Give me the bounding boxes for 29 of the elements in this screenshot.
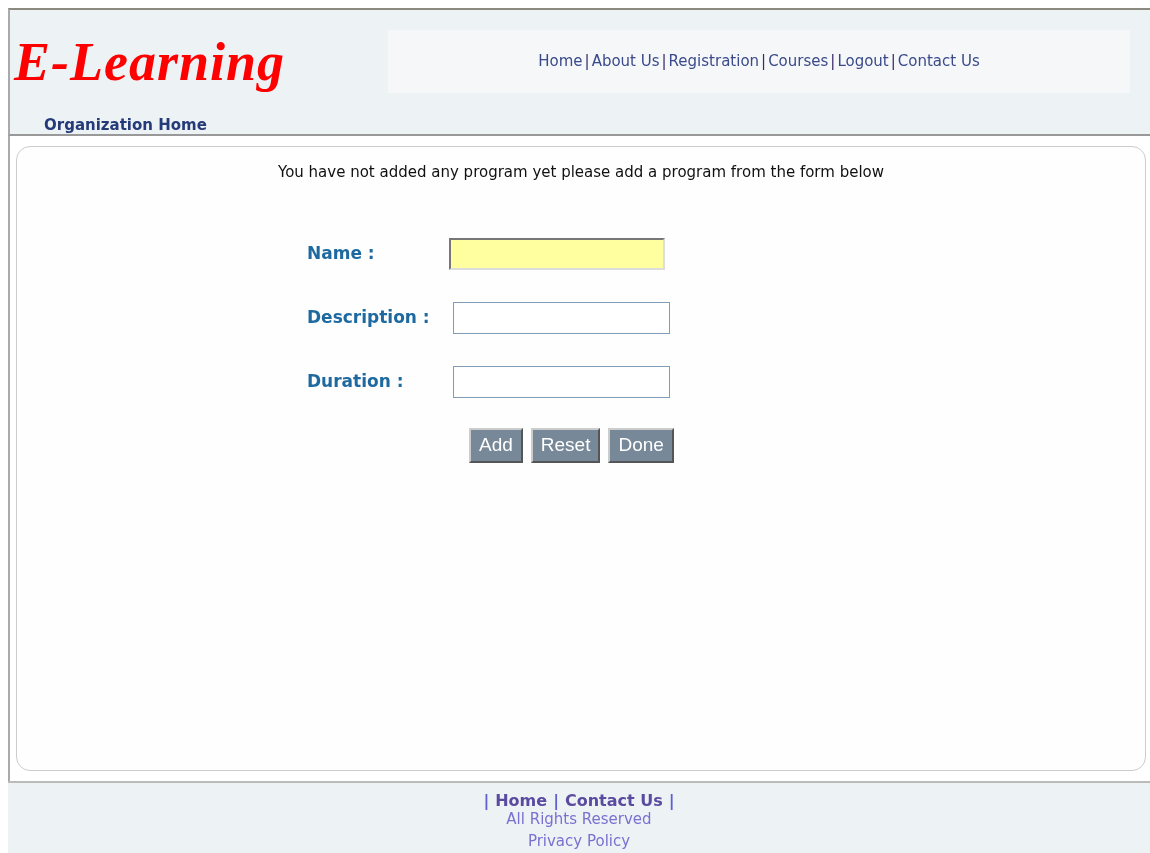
input-field[interactable] <box>449 237 665 270</box>
separator: | <box>668 791 675 811</box>
separator: | <box>890 51 896 73</box>
separator: | <box>761 51 767 73</box>
separator: | <box>830 51 836 73</box>
nav-link[interactable]: Logout <box>837 50 889 73</box>
page-heading: Organization Home <box>44 116 208 135</box>
privacy-link[interactable]: Privacy Policy <box>527 832 631 850</box>
field-label: Name : <box>307 241 376 265</box>
separator: | <box>483 791 490 811</box>
form-button[interactable]: Reset <box>530 427 601 463</box>
nav-link[interactable]: About Us <box>591 50 660 73</box>
nav-link[interactable]: Courses <box>768 50 829 73</box>
form-button[interactable]: Add <box>469 427 523 463</box>
form-button[interactable]: Done <box>608 427 674 463</box>
nav-link[interactable]: Home <box>538 50 583 73</box>
nav-link[interactable]: Registration <box>668 50 760 73</box>
input-field[interactable] <box>453 365 670 398</box>
footer-link[interactable]: Home <box>495 791 548 811</box>
separator: | <box>661 51 667 73</box>
field-label: Duration : <box>307 369 405 393</box>
separator: | <box>584 51 590 73</box>
input-field[interactable] <box>453 301 670 334</box>
separator: | <box>553 791 559 811</box>
info-message: You have not added any program yet please add a program from the form below <box>277 162 885 184</box>
field-label: Description : <box>307 305 431 329</box>
nav-link[interactable]: Contact Us <box>897 50 980 73</box>
footer-link[interactable]: Contact Us <box>564 791 663 811</box>
copyright-text: All Rights Reserved <box>505 810 653 829</box>
